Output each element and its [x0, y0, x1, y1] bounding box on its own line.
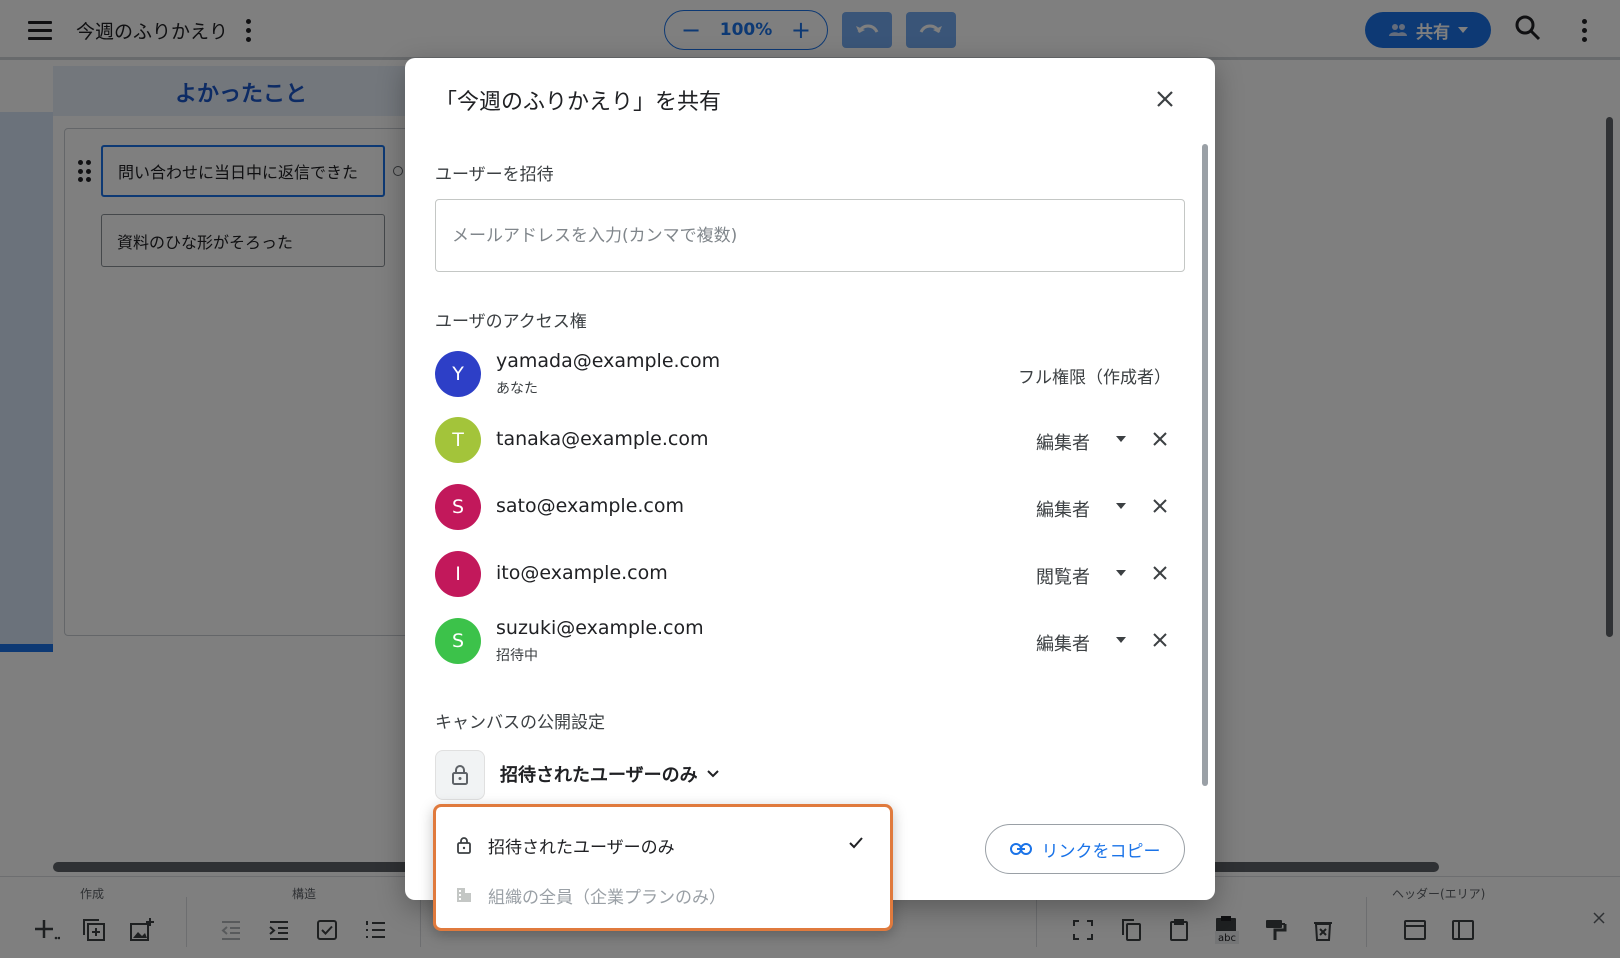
- access-label: ユーザのアクセス権: [435, 312, 587, 332]
- user-note: あなた: [496, 381, 538, 397]
- domain-icon: [454, 885, 474, 905]
- remove-user-icon[interactable]: [1147, 560, 1173, 586]
- visibility-menu: 招待されたユーザーのみ 組織の全員（企業プランのみ）: [433, 804, 893, 931]
- invite-email-input[interactable]: [435, 199, 1185, 272]
- role-label: フル権限（作成者）: [1018, 368, 1171, 388]
- link-icon: [1009, 843, 1032, 855]
- lock-icon: [454, 835, 474, 855]
- visibility-label: キャンバスの公開設定: [435, 713, 605, 733]
- role-dropdown[interactable]: 編集者: [1036, 496, 1090, 522]
- invite-label: ユーザーを招待: [435, 165, 554, 185]
- copy-link-label: リンクをコピー: [1041, 841, 1161, 862]
- role-dropdown[interactable]: 編集者: [1036, 429, 1090, 455]
- user-row: I ito@example.com 閲覧者: [435, 550, 1185, 598]
- avatar: T: [435, 417, 481, 463]
- remove-user-icon[interactable]: [1147, 426, 1173, 452]
- visibility-option-organization: 組織の全員（企業プランのみ）: [454, 877, 874, 913]
- dialog-title: 「今週のふりかえり」を共有: [435, 90, 722, 115]
- avatar: S: [435, 484, 481, 530]
- dialog-scrollbar[interactable]: [1202, 144, 1208, 786]
- caret-down-icon[interactable]: [1116, 503, 1126, 509]
- role-dropdown[interactable]: 閲覧者: [1036, 563, 1090, 589]
- user-email: sato@example.com: [496, 495, 685, 517]
- caret-down-icon[interactable]: [1116, 570, 1126, 576]
- user-email: ito@example.com: [496, 562, 668, 584]
- avatar: S: [435, 618, 481, 664]
- user-email: yamada@example.com: [496, 350, 721, 372]
- remove-user-icon[interactable]: [1147, 493, 1173, 519]
- user-row: S suzuki@example.com 招待中 編集者: [435, 617, 1185, 665]
- option-label: 招待されたユーザーのみ: [488, 837, 675, 858]
- user-email: tanaka@example.com: [496, 428, 709, 450]
- avatar: I: [435, 551, 481, 597]
- close-icon[interactable]: [1150, 84, 1180, 114]
- remove-user-icon[interactable]: [1147, 627, 1173, 653]
- visibility-select[interactable]: 招待されたユーザーのみ: [500, 761, 720, 787]
- visibility-option-invited[interactable]: 招待されたユーザーのみ: [454, 827, 874, 863]
- share-dialog: 「今週のふりかえり」を共有 ユーザーを招待 ユーザのアクセス権 Y yamada…: [405, 58, 1215, 900]
- caret-down-icon[interactable]: [1116, 436, 1126, 442]
- user-row: S sato@example.com 編集者: [435, 483, 1185, 531]
- caret-down-icon[interactable]: [1116, 637, 1126, 643]
- user-row: Y yamada@example.com あなた フル権限（作成者）: [435, 350, 1185, 398]
- avatar: Y: [435, 351, 481, 397]
- visibility-select-value: 招待されたユーザーのみ: [500, 765, 698, 786]
- user-row: T tanaka@example.com 編集者: [435, 416, 1185, 464]
- chevron-down-icon: [706, 770, 719, 778]
- user-note: 招待中: [496, 648, 538, 664]
- option-label: 組織の全員（企業プランのみ）: [488, 887, 726, 908]
- lock-icon: [435, 750, 485, 800]
- user-email: suzuki@example.com: [496, 617, 704, 639]
- check-icon: [846, 833, 866, 858]
- copy-link-button[interactable]: リンクをコピー: [985, 824, 1185, 874]
- role-dropdown[interactable]: 編集者: [1036, 630, 1090, 656]
